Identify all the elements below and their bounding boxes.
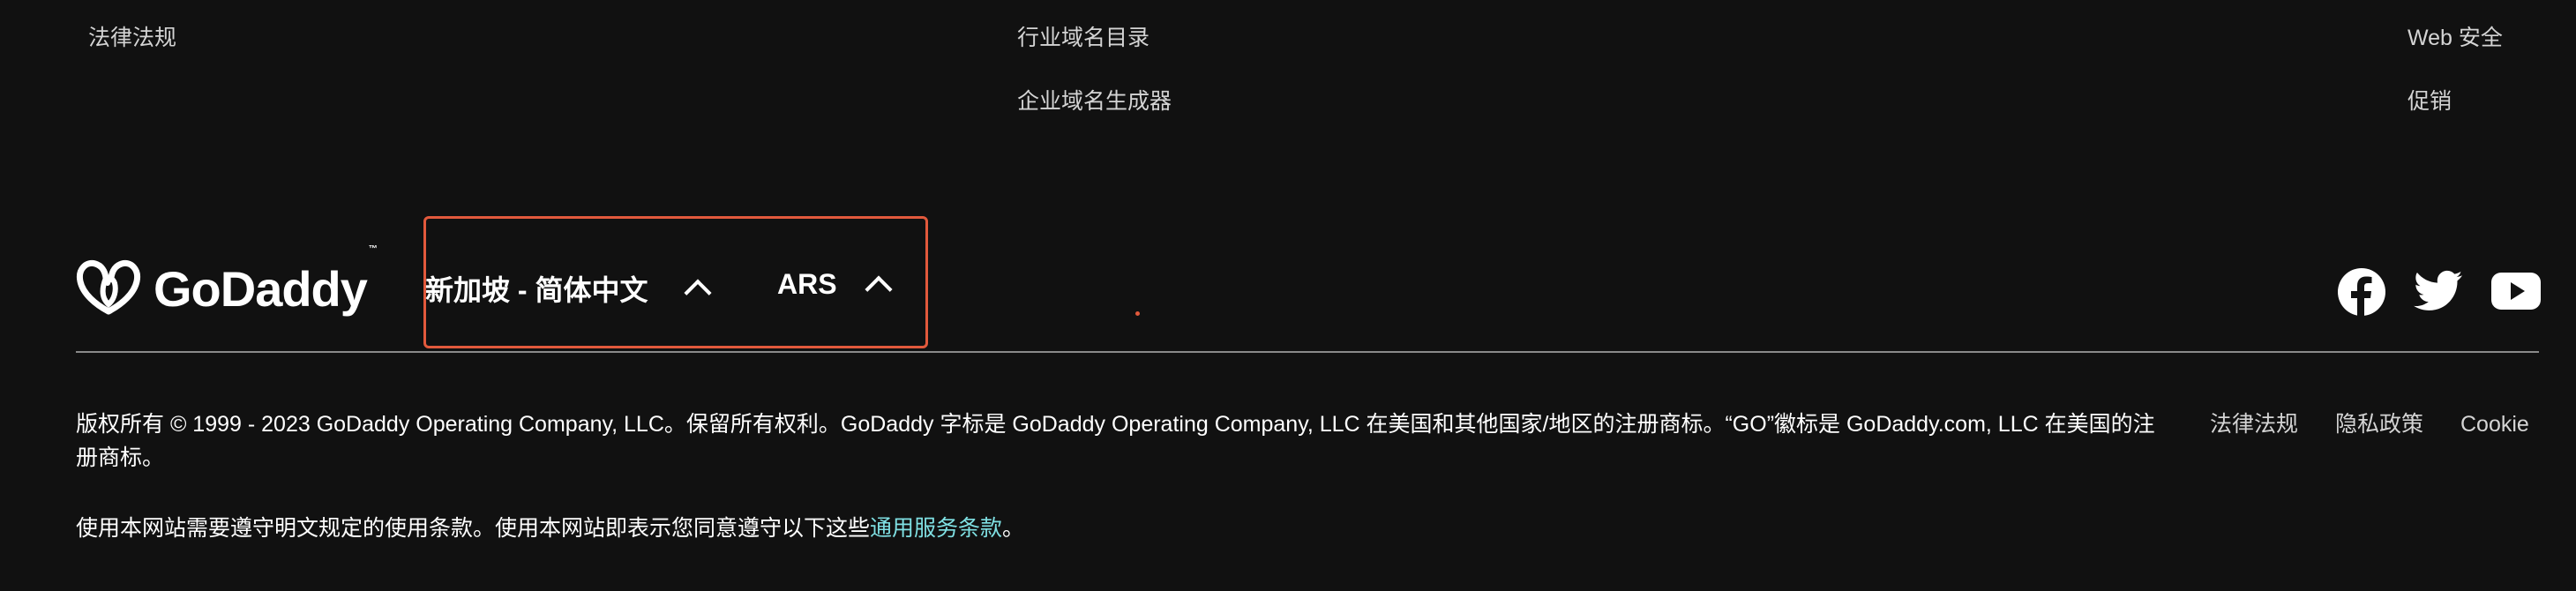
footer-link-domain-directory[interactable]: 行业域名目录 (1017, 25, 1149, 51)
footer-link-promotions[interactable]: 促销 (2408, 88, 2452, 115)
region-language-label: 新加坡 - 简体中文 (425, 274, 648, 306)
bottom-link-legal[interactable]: 法律法规 (2210, 408, 2298, 441)
region-language-selector[interactable]: 新加坡 - 简体中文 (425, 268, 713, 309)
footer-link-legal[interactable]: 法律法规 (88, 25, 176, 51)
youtube-link[interactable] (2491, 273, 2541, 314)
facebook-link[interactable] (2338, 268, 2385, 320)
terms-of-service-link[interactable]: 通用服务条款 (870, 516, 1002, 541)
cursor-dot (1135, 311, 1140, 316)
bottom-link-privacy[interactable]: 隐私政策 (2335, 408, 2423, 441)
footer: 法律法规 行业域名目录 企业域名生成器 Web 安全 促销 GoDaddy™ 新… (0, 0, 2576, 591)
youtube-icon (2491, 273, 2541, 314)
twitter-icon (2414, 270, 2463, 317)
chevron-up-icon (684, 279, 713, 307)
terms-prefix: 使用本网站需要遵守明文规定的使用条款。使用本网站即表示您同意遵守以下这些 (76, 516, 871, 541)
currency-selector[interactable]: ARS (777, 268, 893, 303)
brand-logo[interactable]: GoDaddy™ (76, 245, 378, 332)
logo-text: GoDaddy (154, 261, 368, 317)
terms-suffix: 。 (1002, 516, 1025, 541)
bottom-link-cookie[interactable]: Cookie (2460, 408, 2529, 441)
chevron-up-icon (865, 274, 893, 303)
currency-label: ARS (777, 268, 837, 300)
footer-divider (76, 351, 2539, 353)
facebook-icon (2338, 268, 2385, 320)
footer-link-web-security[interactable]: Web 安全 (2408, 25, 2503, 51)
godaddy-logo-icon (76, 258, 141, 321)
terms-notice: 使用本网站需要遵守明文规定的使用条款。使用本网站即表示您同意遵守以下这些通用服务… (76, 512, 1024, 545)
logo-wordmark: GoDaddy™ (154, 245, 378, 314)
twitter-link[interactable] (2414, 270, 2463, 317)
copyright-text: 版权所有 © 1999 - 2023 GoDaddy Operating Com… (76, 412, 2155, 470)
logo-trademark: ™ (368, 244, 378, 254)
footer-link-domain-generator[interactable]: 企业域名生成器 (1017, 88, 1172, 115)
